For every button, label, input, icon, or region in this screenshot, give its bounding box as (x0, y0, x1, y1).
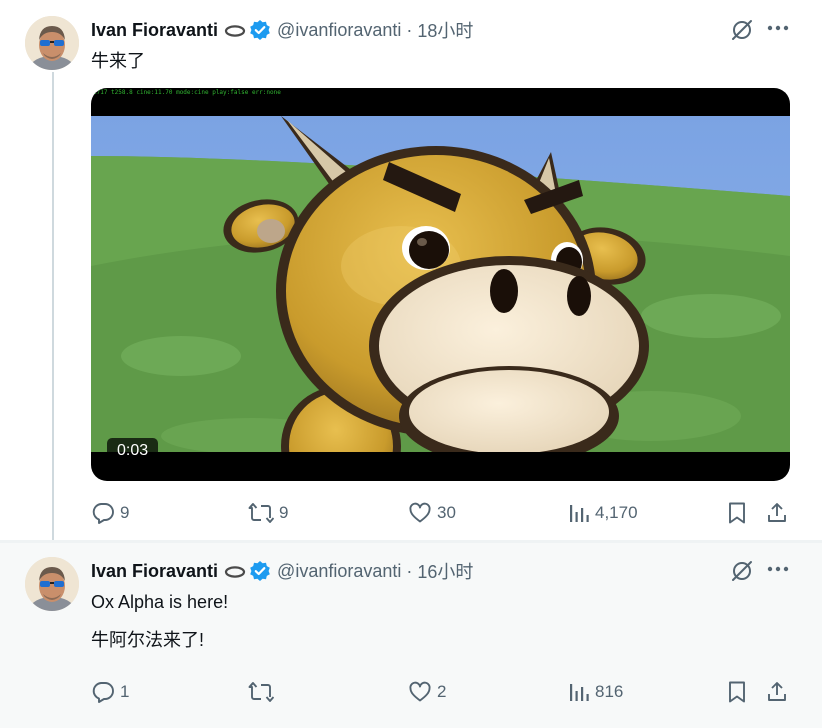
author-name[interactable]: Ivan Fioravanti (91, 561, 218, 582)
repost-button[interactable] (248, 677, 279, 707)
video-frame (91, 116, 790, 452)
bookmark-icon (726, 680, 748, 704)
share-button[interactable] (765, 498, 789, 528)
reply-count: 9 (120, 503, 130, 522)
separator-dot: · (406, 560, 413, 581)
reply-button[interactable]: 1 (91, 677, 129, 707)
share-icon (765, 680, 789, 704)
tweet-actions: 9 9 30 4,170 (91, 498, 791, 528)
repost-icon (248, 501, 274, 525)
grok-icon[interactable] (728, 16, 756, 44)
like-button[interactable]: 30 (408, 498, 456, 528)
author-handle[interactable]: @ivanfioravanti (277, 20, 401, 41)
tweet-text: 牛来了 (91, 51, 145, 71)
tweet-2[interactable]: Ivan Fioravanti @ivanfioravanti · 16小时 O… (0, 543, 822, 728)
timeline: Ivan Fioravanti @ivanfioravanti · 18小时 牛… (0, 0, 822, 728)
share-icon (765, 501, 789, 525)
timestamp[interactable]: 18小时 (417, 17, 473, 43)
video-player[interactable]: 1717 t258.8 cine:11.70 mode:cine play:fa… (91, 88, 790, 481)
like-count: 2 (437, 682, 447, 701)
tweet-text-line-2: 牛阿尔法来了! (91, 630, 205, 650)
views-button[interactable]: 816 (568, 677, 623, 707)
avatar[interactable] (25, 16, 79, 70)
ring-emoji-icon (224, 564, 246, 578)
avatar[interactable] (25, 557, 79, 611)
bookmark-button[interactable] (726, 498, 748, 528)
bookmark-icon (726, 501, 748, 525)
repost-count: 9 (279, 503, 289, 522)
author-name[interactable]: Ivan Fioravanti (91, 20, 218, 41)
tweet-actions: 1 2 816 (91, 677, 791, 707)
video-duration: 0:03 (107, 438, 159, 464)
like-icon (408, 501, 432, 525)
tweet-1[interactable]: Ivan Fioravanti @ivanfioravanti · 18小时 牛… (0, 0, 822, 548)
grok-icon[interactable] (728, 557, 756, 585)
views-count: 4,170 (595, 503, 638, 522)
views-icon (568, 681, 590, 703)
tweet-header: Ivan Fioravanti @ivanfioravanti · 18小时 (91, 17, 473, 43)
video-debug-overlay: 1717 t258.8 cine:11.70 mode:cine play:fa… (93, 89, 281, 96)
tweet-header: Ivan Fioravanti @ivanfioravanti · 16小时 (91, 558, 473, 584)
verified-badge-icon (249, 560, 271, 582)
more-icon[interactable] (764, 557, 792, 581)
views-icon (568, 502, 590, 524)
like-button[interactable]: 2 (408, 677, 446, 707)
share-button[interactable] (765, 677, 789, 707)
tweet-text-line-1: Ox Alpha is here! (91, 592, 229, 612)
timestamp[interactable]: 16小时 (417, 558, 473, 584)
thread-connector-line (52, 72, 54, 548)
ring-emoji-icon (224, 23, 246, 37)
like-count: 30 (437, 503, 456, 522)
views-count: 816 (595, 682, 624, 701)
reply-button[interactable]: 9 (91, 498, 129, 528)
reply-icon (91, 501, 115, 525)
separator-dot: · (406, 19, 413, 40)
verified-badge-icon (249, 19, 271, 41)
views-button[interactable]: 4,170 (568, 498, 638, 528)
reply-icon (91, 680, 115, 704)
reply-count: 1 (120, 682, 130, 701)
repost-button[interactable]: 9 (248, 498, 288, 528)
bookmark-button[interactable] (726, 677, 748, 707)
more-icon[interactable] (764, 16, 792, 40)
like-icon (408, 680, 432, 704)
author-handle[interactable]: @ivanfioravanti (277, 561, 401, 582)
repost-icon (248, 680, 274, 704)
